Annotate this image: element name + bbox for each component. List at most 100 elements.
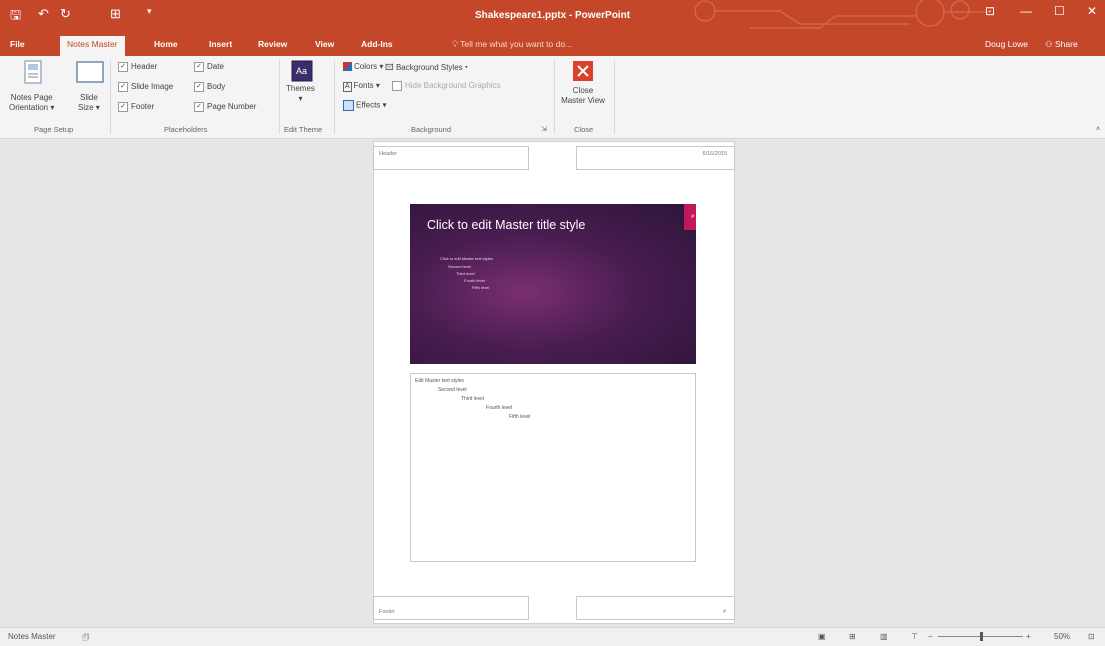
slide-image-placeholder[interactable]: Click to edit Master title style # Click…	[410, 204, 696, 364]
window-title: Shakespeare1.pptx - PowerPoint	[474, 10, 631, 21]
background-styles-label: Background Styles	[395, 63, 463, 72]
slide-number-tag	[684, 204, 696, 230]
slide-size-icon	[76, 61, 104, 83]
themes-label: Themes	[286, 84, 315, 93]
notes-page-orientation-button[interactable]: Notes Page Orientation ▾	[9, 93, 54, 113]
slide-image-checkbox-label: Slide Image	[131, 82, 174, 92]
tab-insert[interactable]: Insert	[209, 39, 232, 49]
slide-title: Click to edit Master title style	[427, 218, 586, 232]
fonts-label: Fonts	[353, 81, 374, 90]
checkbox-checked-icon: ✓	[118, 102, 128, 112]
fonts-button[interactable]: A Fonts ▾	[343, 81, 380, 92]
tab-home[interactable]: Home	[154, 39, 178, 49]
group-divider	[334, 60, 335, 134]
view-status: Notes Master	[8, 632, 56, 641]
zoom-level[interactable]: 50%	[1054, 632, 1070, 641]
footer-placeholder-text: Footer	[379, 609, 395, 615]
colors-button[interactable]: Colors ▾	[343, 62, 383, 72]
header-placeholder[interactable]: Header	[373, 146, 529, 170]
themes-button[interactable]: Themes ▾	[286, 84, 315, 104]
minimize-icon[interactable]: —	[1020, 4, 1032, 18]
tab-file[interactable]: File	[10, 39, 25, 49]
lightbulb-icon: 💡︎	[452, 39, 458, 49]
reading-view-icon[interactable]: ▥	[880, 632, 888, 641]
tab-view[interactable]: View	[315, 39, 334, 49]
notes-icon[interactable]: 🗊	[82, 632, 89, 646]
slide-text-level-4: Fourth level	[464, 278, 485, 283]
footer-checkbox[interactable]: ✓ Footer	[118, 102, 154, 112]
fit-to-window-icon[interactable]: ⊡	[1088, 632, 1095, 641]
slide-size-label-2: Size	[78, 103, 94, 112]
group-divider	[614, 60, 615, 134]
effects-label: Effects	[356, 100, 381, 110]
header-checkbox[interactable]: ✓ Header	[118, 62, 157, 72]
group-label-placeholders: Placeholders	[164, 125, 208, 134]
slide-sorter-icon[interactable]: ⊞	[849, 632, 856, 641]
page-number-placeholder[interactable]: #	[576, 596, 735, 620]
colors-label: Colors	[354, 62, 378, 71]
effects-button[interactable]: Effects ▾	[343, 100, 387, 111]
fonts-icon: A	[343, 82, 352, 92]
date-checkbox[interactable]: ✓ Date	[194, 62, 224, 72]
zoom-in-icon[interactable]: +	[1026, 632, 1031, 641]
slide-show-icon[interactable]: ⊤	[911, 632, 918, 641]
tab-add-ins[interactable]: Add-Ins	[361, 39, 393, 49]
close-master-view-button[interactable]: Close Master View	[560, 86, 606, 106]
group-divider	[110, 60, 111, 134]
orientation-label-1: Notes Page	[10, 93, 53, 102]
page-number-checkbox[interactable]: ✓ Page Number	[194, 102, 256, 112]
group-divider	[279, 60, 280, 134]
effects-icon	[343, 100, 354, 111]
slide-text-level-5: Fifth level	[472, 285, 490, 290]
notes-page-orientation-icon	[24, 60, 42, 84]
date-placeholder-text: 6/16/2015	[702, 151, 727, 157]
user-name[interactable]: Doug Lowe	[985, 39, 1028, 49]
page-number-placeholder-text: #	[722, 609, 726, 615]
dialog-launcher-icon[interactable]: ⇲	[541, 125, 547, 133]
ribbon-display-options-icon[interactable]: ⊡	[985, 4, 995, 18]
footer-placeholder[interactable]: Footer	[373, 596, 529, 620]
close-label-1: Close	[572, 86, 594, 95]
collapse-ribbon-icon[interactable]: ˄	[1096, 126, 1100, 133]
ribbon-tabs: File Notes Master Home Insert Review Vie…	[0, 34, 1105, 56]
background-styles-button[interactable]: 🖾 Background Styles ▾	[385, 62, 468, 76]
share-button[interactable]: ⚇ Share	[1045, 39, 1078, 50]
tab-review[interactable]: Review	[258, 39, 287, 49]
svg-text:Aa: Aa	[296, 66, 307, 76]
body-placeholder[interactable]: Edit Master text styles Second level Thi…	[410, 373, 696, 562]
body-checkbox[interactable]: ✓ Body	[194, 82, 225, 92]
hide-background-graphics-label: Hide Background Graphics	[405, 81, 501, 91]
notes-text-level-5: Fifth level	[509, 414, 531, 420]
orientation-label-2: Orientation	[9, 103, 49, 112]
slide-size-button[interactable]: Slide Size ▾	[78, 93, 100, 113]
tell-me-text: Tell me what you want to do...	[460, 39, 573, 49]
checkbox-checked-icon: ✓	[194, 82, 204, 92]
slide-text-level-2: Second level	[448, 264, 471, 269]
background-styles-icon: 🖾	[385, 63, 394, 72]
footer-checkbox-label: Footer	[131, 102, 155, 112]
checkbox-unchecked-icon: ✓	[392, 81, 402, 91]
group-label-page-setup: Page Setup	[34, 125, 74, 134]
zoom-out-icon[interactable]: −	[928, 632, 933, 641]
checkbox-checked-icon: ✓	[194, 102, 204, 112]
date-placeholder[interactable]: 6/16/2015	[576, 146, 735, 170]
ribbon: Notes Page Orientation ▾ Slide Size ▾ Pa…	[0, 56, 1105, 139]
body-checkbox-label: Body	[207, 82, 226, 92]
tab-notes-master[interactable]: Notes Master	[60, 36, 125, 56]
notes-text-level-3: Third level	[461, 396, 485, 402]
title-bar: 🖫 ↶ ↻ ⊞ ▾ Shakespeare1.pptx - PowerPoint…	[0, 0, 1105, 34]
hide-background-graphics-checkbox[interactable]: ✓Hide Background Graphics	[392, 81, 501, 91]
tell-me-box[interactable]: 💡︎ Tell me what you want to do...	[452, 39, 572, 50]
slide-image-checkbox[interactable]: ✓ Slide Image	[118, 82, 173, 92]
group-divider	[554, 60, 555, 134]
themes-icon: Aa	[291, 60, 313, 82]
header-placeholder-text: Header	[379, 151, 398, 157]
close-window-icon[interactable]: ✕	[1087, 4, 1097, 18]
group-label-edit-theme: Edit Theme	[284, 125, 323, 134]
normal-view-icon[interactable]: ▣	[818, 632, 826, 641]
maximize-icon[interactable]: ☐	[1054, 4, 1065, 18]
checkbox-checked-icon: ✓	[118, 62, 128, 72]
zoom-slider-thumb[interactable]	[980, 632, 983, 641]
checkbox-checked-icon: ✓	[194, 62, 204, 72]
date-checkbox-label: Date	[207, 62, 224, 72]
